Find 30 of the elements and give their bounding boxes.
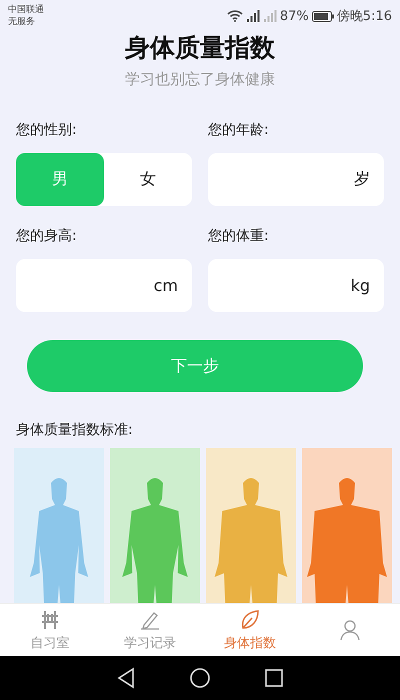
tab-label: 自习室 <box>30 635 70 652</box>
nav-tab[interactable]: 学习记录 <box>100 604 200 656</box>
field-label: 您的身高: <box>16 227 78 246</box>
next-button[interactable]: 下一步 <box>27 340 363 392</box>
signal-icon <box>262 10 277 22</box>
home-icon <box>188 667 211 689</box>
page-title: 身体质量指数 <box>124 32 276 64</box>
tab-label: 学习记录 <box>124 635 176 652</box>
field-label: 您的年龄: <box>208 121 270 140</box>
wifi-icon <box>226 10 243 22</box>
field-label: 您的性别: <box>16 121 78 140</box>
section-label: 身体质量指数标准: <box>16 421 134 440</box>
signal-icon <box>246 10 260 22</box>
nav-tab[interactable]: 自习室 <box>0 604 100 656</box>
battery-percent: 87% <box>280 8 309 24</box>
field-label: 您的体重: <box>208 227 270 246</box>
age-field[interactable]: 岁 <box>208 153 384 206</box>
service-status: 无服务 <box>8 16 36 28</box>
recent-apps-icon <box>264 668 284 688</box>
carrier-name: 中国联通 <box>8 4 44 16</box>
weight-field[interactable]: kg <box>208 259 384 312</box>
tab-label: 身体指数 <box>224 635 276 652</box>
battery-icon <box>312 10 334 22</box>
person-icon <box>338 618 362 642</box>
back-icon <box>116 667 136 689</box>
page-subtitle: 学习也别忘了身体健康 <box>124 69 276 90</box>
gender-option[interactable]: 男 <box>16 153 104 206</box>
height-field[interactable]: cm <box>16 259 192 312</box>
nav-tab[interactable]: 身体指数 <box>200 604 300 656</box>
clock-time: 傍晚5:16 <box>336 8 392 25</box>
